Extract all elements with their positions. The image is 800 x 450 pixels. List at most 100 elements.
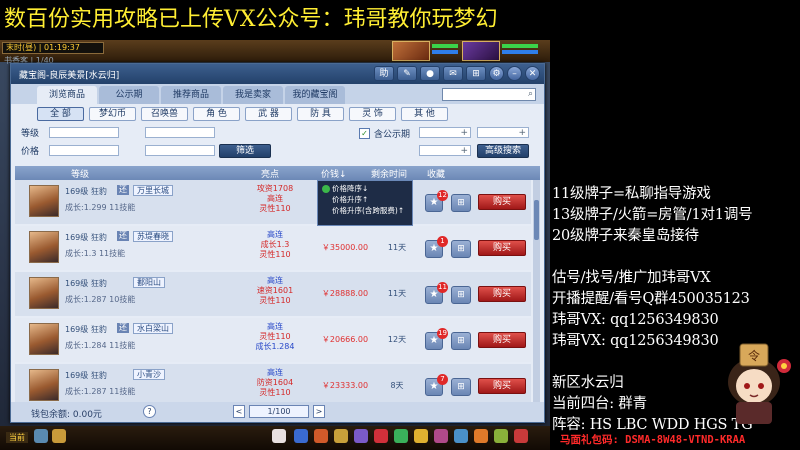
item-growth: 成长:1.3 11技能 <box>65 249 126 258</box>
cat-other[interactable]: 其 他 <box>401 107 448 121</box>
pet-portrait <box>29 369 59 401</box>
gift-icon[interactable] <box>374 429 388 443</box>
skill-icon[interactable] <box>354 429 368 443</box>
prev-page-button[interactable]: < <box>233 405 245 418</box>
game-viewport: 末时(昼) | 01:19:37 书香客 | 1/40 藏宝阁-良辰美景[水云归… <box>0 40 550 450</box>
settings-icon[interactable]: ⚙ <box>489 66 504 81</box>
public-to-input[interactable]: + <box>477 127 529 138</box>
list-item[interactable]: 169级 狂豹 还 水白梁山 成长:1.284 11技能 高连 灵性110 成长1.… <box>15 318 531 362</box>
item-price: ￥23333.00 <box>321 381 369 390</box>
public-from-input[interactable]: + <box>419 127 471 138</box>
main-tabs: 浏览商品 公示期 推荐商品 我是卖家 我的藏宝阁 ⌕ <box>11 84 544 104</box>
filter-button[interactable]: 筛选 <box>219 144 271 158</box>
info-line: 20级牌子来秦皇岛接待 <box>552 228 699 244</box>
buy-button[interactable]: 购买 <box>478 332 526 348</box>
emote-icon[interactable] <box>52 429 66 443</box>
mall-icon[interactable] <box>434 429 448 443</box>
close-icon[interactable]: ✕ <box>525 66 540 81</box>
activity-icon[interactable] <box>474 429 488 443</box>
gift-code: 马面礼包码: DSMA-8W48-VTND-KRAA <box>560 434 746 446</box>
player-avatar[interactable] <box>462 41 500 61</box>
system-icon[interactable] <box>454 429 468 443</box>
list-item[interactable]: 169级 狂豹 还 苏堤春晓 成长:1.3 11技能 高连 成长1.3 灵性110 … <box>15 226 531 270</box>
chat-icon[interactable]: ✉ <box>443 66 463 81</box>
cart-icon[interactable]: ⊞ <box>466 66 486 81</box>
advanced-search-button[interactable]: 高级搜索 <box>477 144 529 158</box>
cat-pet[interactable]: 召唤兽 <box>141 107 188 121</box>
cart-icon[interactable]: ⊞ <box>451 240 471 258</box>
window-title: 藏宝阁-良辰美景[水云归] <box>19 70 120 81</box>
tab-seller[interactable]: 我是卖家 <box>223 86 283 104</box>
item-growth: 成长:1.299 11技能 <box>65 203 136 212</box>
help-icon[interactable]: 助 <box>374 66 394 81</box>
channel-label[interactable]: 当前 <box>6 432 28 443</box>
level-max-input[interactable] <box>145 127 215 138</box>
list-item[interactable]: 169级 狂豹 还 万里长城 成长:1.299 11技能 攻资1708 高连 灵性1… <box>15 180 531 224</box>
cat-armor[interactable]: 防 具 <box>297 107 344 121</box>
list-scrollbar[interactable] <box>533 180 540 410</box>
friend-icon[interactable] <box>394 429 408 443</box>
cat-all[interactable]: 全 部 <box>37 107 84 121</box>
svg-text:令: 令 <box>748 348 760 363</box>
list-item[interactable]: 169级 狂豹 鄱阳山 成长:1.287 10技能 高连 速资1601 灵性110 … <box>15 272 531 316</box>
sort-desc-option[interactable]: 价格降序↓ <box>322 183 408 194</box>
item-time: 11天 <box>387 289 407 298</box>
next-page-button[interactable]: > <box>313 405 325 418</box>
buy-button[interactable]: 购买 <box>478 286 526 302</box>
rank-icon[interactable] <box>494 429 508 443</box>
cat-coin[interactable]: 梦幻币 <box>89 107 136 121</box>
quest-icon[interactable] <box>314 429 328 443</box>
level-min-input[interactable] <box>49 127 119 138</box>
scroll-thumb[interactable] <box>534 200 539 240</box>
pet-icon[interactable] <box>272 429 286 443</box>
buy-button[interactable]: 购买 <box>478 194 526 210</box>
plus-icon: + <box>460 146 468 156</box>
col-price[interactable]: 价钱↓ <box>321 167 347 180</box>
item-time: 12天 <box>387 335 407 344</box>
item-features: 高连 成长1.3 灵性110 <box>259 230 291 259</box>
price-min-input[interactable] <box>49 145 119 156</box>
tab-browse[interactable]: 浏览商品 <box>37 86 97 104</box>
chat-icon[interactable] <box>34 429 48 443</box>
pen-icon[interactable]: ✎ <box>397 66 417 81</box>
cat-weapon[interactable]: 武 器 <box>245 107 292 121</box>
cart-icon[interactable]: ⊞ <box>451 378 471 396</box>
pet-avatar[interactable] <box>392 41 430 61</box>
item-growth: 成长:1.287 11技能 <box>65 387 136 396</box>
tab-mine[interactable]: 我的藏宝阁 <box>285 86 345 104</box>
guild-icon[interactable] <box>414 429 428 443</box>
help-button[interactable]: ? <box>143 405 156 418</box>
pet-portrait <box>29 231 59 263</box>
coin-icon[interactable]: ● <box>420 66 440 81</box>
search-icon: ⌕ <box>527 89 533 99</box>
fav-count: 19 <box>437 328 448 339</box>
cart-icon[interactable]: ⊞ <box>451 332 471 350</box>
price-max-input[interactable] <box>145 145 215 156</box>
extra-filter-input[interactable]: + <box>419 145 471 156</box>
info-line: 11级牌子=私聊指导游戏 <box>552 186 711 202</box>
search-input[interactable]: ⌕ <box>442 88 536 101</box>
item-icon[interactable] <box>334 429 348 443</box>
cat-jewelry[interactable]: 灵 饰 <box>349 107 396 121</box>
tab-recommend[interactable]: 推荐商品 <box>161 86 221 104</box>
item-name: 小青沙 <box>133 369 165 380</box>
cart-icon[interactable]: ⊞ <box>451 286 471 304</box>
item-price: ￥20666.00 <box>321 335 369 344</box>
sort-asc-option[interactable]: 价格升序↑ <box>322 194 408 205</box>
tab-public[interactable]: 公示期 <box>99 86 159 104</box>
public-checkbox[interactable]: ✓ <box>359 128 370 139</box>
page-indicator[interactable]: 1/100 <box>249 405 309 418</box>
team-icon[interactable] <box>294 429 308 443</box>
menu-icon[interactable] <box>514 429 528 443</box>
cart-icon[interactable]: ⊞ <box>451 194 471 212</box>
fav-count: 11 <box>437 282 448 293</box>
buy-button[interactable]: 购买 <box>478 378 526 394</box>
player-mp-bar <box>502 50 538 54</box>
plus-icon: + <box>460 128 468 138</box>
buy-button[interactable]: 购买 <box>478 240 526 256</box>
sort-asc-fee-option[interactable]: 价格升序(含跨服费)↑ <box>322 205 408 216</box>
item-price: ￥35000.00 <box>321 243 369 252</box>
minimize-icon[interactable]: – <box>507 66 522 81</box>
item-tag: 还 <box>117 323 129 333</box>
cat-role[interactable]: 角 色 <box>193 107 240 121</box>
